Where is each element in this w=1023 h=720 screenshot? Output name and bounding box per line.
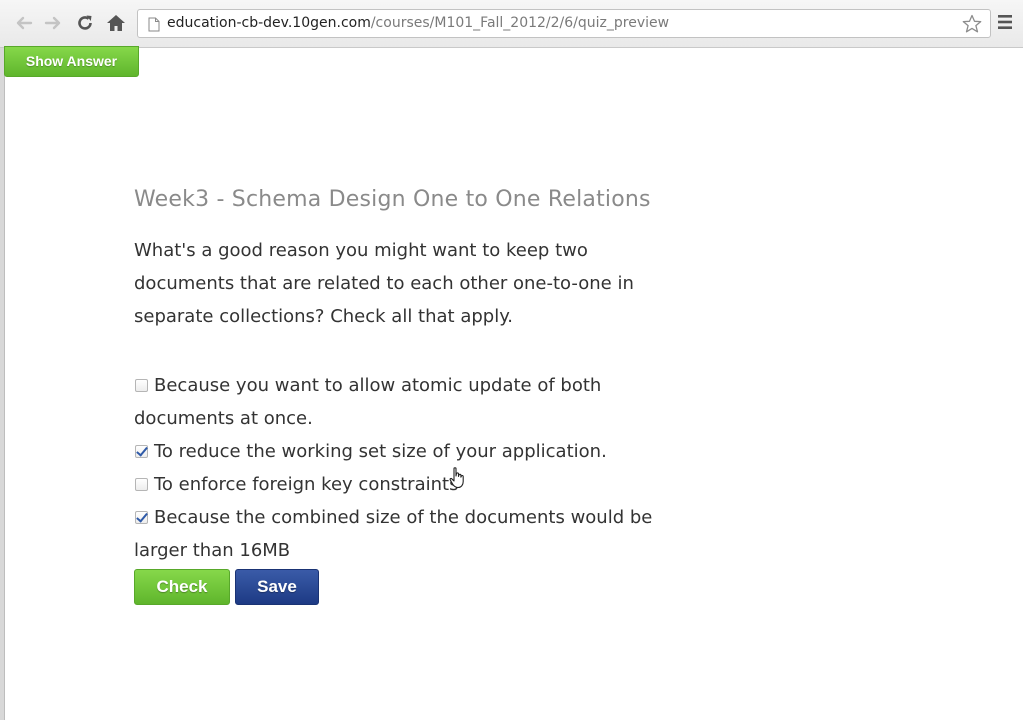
answer-option: To enforce foreign key constraints — [134, 468, 674, 501]
answer-options: Because you want to allow atomic update … — [134, 369, 674, 567]
browser-toolbar: education-cb-dev.10gen.com/courses/M101_… — [0, 0, 1023, 48]
url-text: education-cb-dev.10gen.com/courses/M101_… — [167, 15, 669, 31]
option-checkbox[interactable] — [135, 379, 148, 392]
forward-arrow-icon[interactable] — [41, 10, 65, 36]
answer-option: Because the combined size of the documen… — [134, 501, 674, 567]
star-icon[interactable] — [962, 14, 982, 38]
answer-option: To reduce the working set size of your a… — [134, 435, 674, 468]
option-label: Because the combined size of the documen… — [134, 507, 653, 561]
option-label: Because you want to allow atomic update … — [134, 375, 602, 429]
back-arrow-icon[interactable] — [12, 10, 36, 36]
option-label: To enforce foreign key constraints — [154, 474, 459, 495]
url-path: /courses/M101_Fall_2012/2/6/quiz_preview — [370, 15, 670, 31]
quiz-title: Week3 - Schema Design One to One Relatio… — [134, 187, 651, 212]
option-checkbox[interactable] — [135, 511, 148, 524]
url-host: education-cb-dev.10gen.com — [167, 15, 371, 31]
show-answer-button[interactable]: Show Answer — [4, 46, 139, 77]
quiz-panel: Week3 - Schema Design One to One Relatio… — [134, 184, 674, 605]
page-icon — [148, 17, 160, 36]
answer-option: Because you want to allow atomic update … — [134, 369, 674, 435]
option-checkbox[interactable] — [135, 478, 148, 491]
home-icon[interactable] — [104, 10, 128, 36]
save-button[interactable]: Save — [235, 569, 319, 605]
option-checkbox[interactable] — [135, 445, 148, 458]
option-label: To reduce the working set size of your a… — [154, 441, 607, 462]
hand-cursor-icon — [449, 467, 467, 493]
menu-icon[interactable] — [997, 14, 1013, 34]
window-edge — [0, 0, 5, 720]
quiz-question: What's a good reason you might want to k… — [134, 240, 634, 327]
check-button[interactable]: Check — [134, 569, 230, 605]
quiz-actions: Check Save — [134, 569, 674, 605]
address-bar[interactable]: education-cb-dev.10gen.com/courses/M101_… — [137, 9, 991, 38]
reload-icon[interactable] — [73, 10, 97, 36]
